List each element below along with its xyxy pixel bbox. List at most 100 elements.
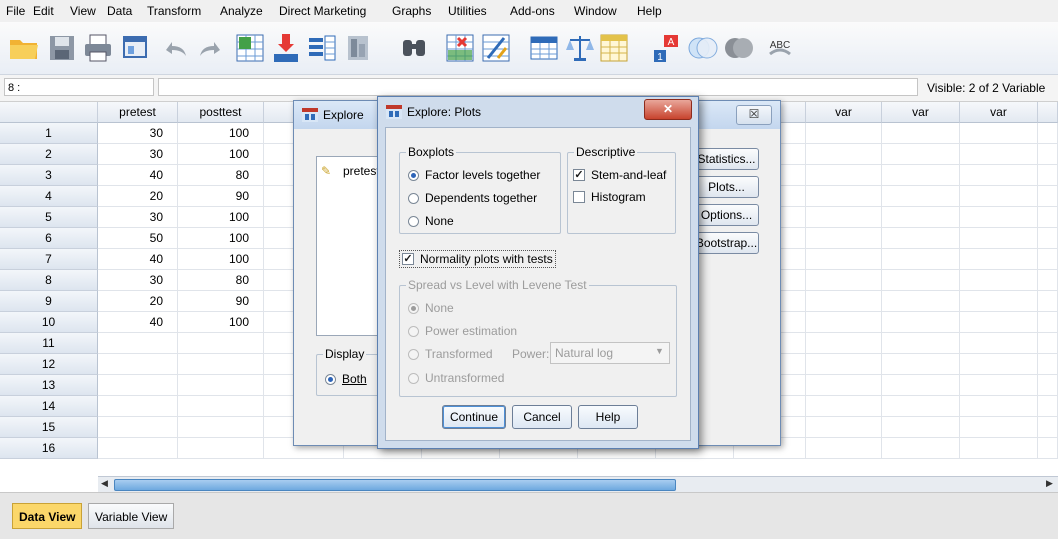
value-labels-icon[interactable]: A1	[650, 32, 682, 64]
horizontal-scrollbar[interactable]: ◀ ▶	[98, 476, 1058, 492]
cell-empty[interactable]	[882, 396, 960, 417]
row-header[interactable]: 1	[0, 123, 98, 144]
cell-empty[interactable]	[960, 417, 1038, 438]
grid-corner[interactable]	[0, 102, 98, 123]
menu-direct-marketing[interactable]: Direct Marketing	[279, 4, 366, 18]
cell-empty[interactable]	[1038, 312, 1058, 333]
cell-empty[interactable]	[960, 207, 1038, 228]
row-header[interactable]: 6	[0, 228, 98, 249]
plots-button[interactable]: Plots...	[694, 176, 759, 198]
column-header-var[interactable]: var	[882, 102, 960, 123]
cell-empty[interactable]	[1038, 228, 1058, 249]
cell-empty[interactable]	[960, 438, 1038, 459]
scrollbar-thumb[interactable]	[114, 479, 676, 491]
run-descriptives-icon[interactable]	[342, 32, 374, 64]
cell-empty[interactable]	[960, 270, 1038, 291]
row-header[interactable]: 5	[0, 207, 98, 228]
cell-empty[interactable]	[882, 123, 960, 144]
cell-pretest[interactable]	[98, 375, 178, 396]
transformed-radio[interactable]: Transformed	[408, 347, 493, 361]
cell-empty[interactable]	[960, 144, 1038, 165]
split-file-icon[interactable]	[528, 32, 560, 64]
cell-empty[interactable]	[1038, 438, 1058, 459]
cell-pretest[interactable]: 40	[98, 249, 178, 270]
menu-file[interactable]: File	[6, 4, 25, 18]
open-folder-icon[interactable]	[8, 32, 40, 64]
row-header[interactable]: 15	[0, 417, 98, 438]
cell-empty[interactable]	[882, 417, 960, 438]
menu-analyze[interactable]: Analyze	[220, 4, 263, 18]
cell-empty[interactable]	[960, 123, 1038, 144]
row-header[interactable]: 2	[0, 144, 98, 165]
weight-cases-icon[interactable]	[564, 32, 596, 64]
dialog-recall-icon[interactable]	[120, 32, 152, 64]
cell-empty[interactable]	[882, 375, 960, 396]
cell-empty[interactable]	[960, 354, 1038, 375]
insert-variable-icon[interactable]	[480, 32, 512, 64]
cell-empty[interactable]	[882, 312, 960, 333]
redo-icon[interactable]	[194, 32, 226, 64]
cell-posttest[interactable]: 80	[178, 270, 264, 291]
cell-empty[interactable]	[960, 291, 1038, 312]
scroll-left-icon[interactable]: ◀	[101, 478, 108, 489]
cell-posttest[interactable]	[178, 438, 264, 459]
cell-empty[interactable]	[806, 375, 882, 396]
cell-empty[interactable]	[960, 333, 1038, 354]
cell-pretest[interactable]: 30	[98, 123, 178, 144]
close-icon[interactable]: ✕	[644, 99, 692, 120]
cell-name-box[interactable]: 8 :	[4, 78, 154, 96]
cell-pretest[interactable]	[98, 396, 178, 417]
column-header-posttest[interactable]: posttest	[178, 102, 264, 123]
row-header[interactable]: 11	[0, 333, 98, 354]
cell-empty[interactable]	[806, 123, 882, 144]
column-header-pretest[interactable]: pretest	[98, 102, 178, 123]
display-both-radio[interactable]: Both	[325, 372, 367, 386]
cell-empty[interactable]	[806, 249, 882, 270]
find-icon[interactable]	[398, 32, 430, 64]
cell-empty[interactable]	[806, 186, 882, 207]
undo-icon[interactable]	[160, 32, 192, 64]
cell-empty[interactable]	[806, 165, 882, 186]
cell-pretest[interactable]: 40	[98, 312, 178, 333]
spread-none-radio[interactable]: None	[408, 301, 454, 315]
cell-posttest[interactable]	[178, 354, 264, 375]
cell-posttest[interactable]	[178, 333, 264, 354]
cell-empty[interactable]	[882, 354, 960, 375]
cell-posttest[interactable]: 90	[178, 291, 264, 312]
help-button[interactable]: Help	[578, 405, 638, 429]
cell-posttest[interactable]: 100	[178, 249, 264, 270]
cell-empty[interactable]	[1038, 165, 1058, 186]
cell-empty[interactable]	[1038, 291, 1058, 312]
goto-variable-icon[interactable]	[270, 32, 302, 64]
cell-empty[interactable]	[1038, 249, 1058, 270]
power-estimation-radio[interactable]: Power estimation	[408, 324, 517, 338]
menu-view[interactable]: View	[70, 4, 96, 18]
spell-check-icon[interactable]: ABC	[764, 32, 796, 64]
cell-empty[interactable]	[806, 312, 882, 333]
select-cases-icon[interactable]	[598, 32, 630, 64]
row-header[interactable]: 7	[0, 249, 98, 270]
cell-pretest[interactable]: 20	[98, 291, 178, 312]
cell-empty[interactable]	[882, 207, 960, 228]
cell-pretest[interactable]: 20	[98, 186, 178, 207]
cell-posttest[interactable]: 100	[178, 123, 264, 144]
cell-empty[interactable]	[806, 144, 882, 165]
insert-cases-icon[interactable]	[444, 32, 476, 64]
histogram-checkbox[interactable]: Histogram	[573, 190, 646, 204]
row-header[interactable]: 8	[0, 270, 98, 291]
save-icon[interactable]	[46, 32, 78, 64]
stem-and-leaf-checkbox[interactable]: ✓ Stem-and-leaf	[573, 168, 666, 182]
cell-empty[interactable]	[806, 438, 882, 459]
cell-empty[interactable]	[806, 333, 882, 354]
cell-pretest[interactable]	[98, 438, 178, 459]
cell-pretest[interactable]: 30	[98, 207, 178, 228]
cell-empty[interactable]	[882, 333, 960, 354]
show-all-variables-icon[interactable]	[722, 32, 754, 64]
dependents-together-radio[interactable]: Dependents together	[408, 191, 537, 205]
row-header[interactable]: 9	[0, 291, 98, 312]
row-header[interactable]: 4	[0, 186, 98, 207]
cell-empty[interactable]	[1038, 186, 1058, 207]
cell-empty[interactable]	[806, 207, 882, 228]
row-header[interactable]: 13	[0, 375, 98, 396]
cell-empty[interactable]	[960, 396, 1038, 417]
